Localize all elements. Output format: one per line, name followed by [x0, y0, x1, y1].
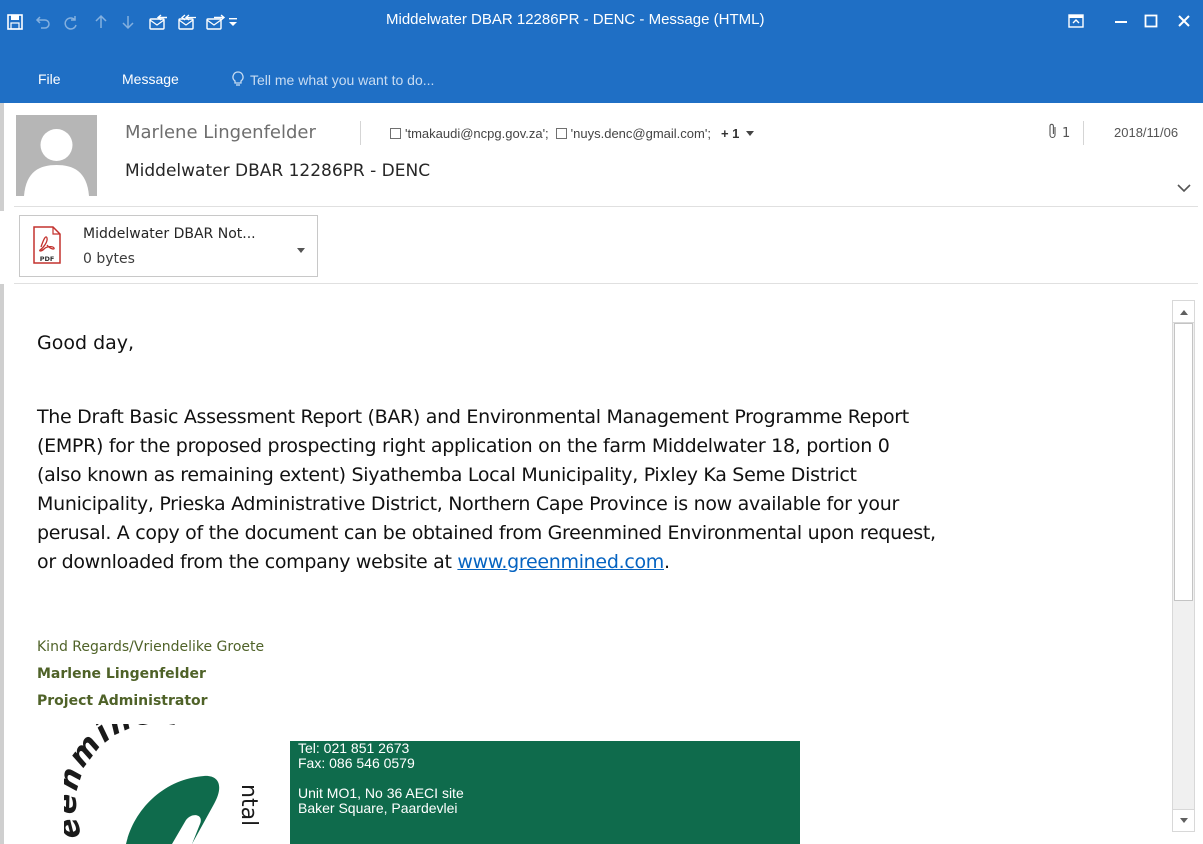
- ribbon-display-options-icon[interactable]: [1058, 6, 1094, 36]
- close-icon[interactable]: [1166, 6, 1202, 36]
- attachment-name: Middelwater DBAR Not...: [83, 226, 256, 242]
- lightbulb-icon: [232, 70, 244, 90]
- paragraph-line: The Draft Basic Assessment Report (BAR) …: [37, 406, 909, 428]
- avatar: [16, 115, 97, 196]
- tab-message[interactable]: Message: [122, 71, 179, 87]
- message-header: Marlene Lingenfelder 'tmakaudi@ncpg.gov.…: [0, 103, 1203, 211]
- redo-icon[interactable]: [58, 8, 84, 36]
- header-separator: [1083, 121, 1084, 145]
- window-title: Middelwater DBAR 12286PR - DENC - Messag…: [386, 11, 765, 28]
- message-date: 2018/11/06: [1114, 125, 1179, 140]
- next-item-icon[interactable]: [115, 8, 141, 36]
- paragraph-line: (also known as remaining extent) Siyathe…: [37, 464, 857, 486]
- sender-name[interactable]: Marlene Lingenfelder: [125, 122, 316, 143]
- attachment-size: 0 bytes: [83, 251, 135, 267]
- tell-me-search[interactable]: Tell me what you want to do...: [232, 67, 434, 93]
- recipient-1[interactable]: 'tmakaudi@ncpg.gov.za';: [405, 126, 549, 141]
- message-body: Good day, The Draft Basic Assessment Rep…: [0, 284, 1203, 844]
- attachment-menu-chevron-icon[interactable]: [296, 240, 306, 253]
- more-recipients-button[interactable]: + 1: [721, 126, 755, 141]
- signature-regards: Kind Regards/Vriendelike Groete: [37, 639, 265, 655]
- paragraph-line: or downloaded from the company website a…: [37, 551, 670, 573]
- title-bar: Middelwater DBAR 12286PR - DENC - Messag…: [0, 0, 1203, 58]
- paperclip-icon: [1048, 123, 1058, 143]
- maximize-icon[interactable]: [1133, 6, 1169, 36]
- expand-header-chevron-icon[interactable]: [1176, 178, 1196, 194]
- attachment-card[interactable]: PDF Middelwater DBAR Not... 0 bytes: [19, 215, 318, 277]
- contact-details-box: Tel: 021 851 2673 Fax: 086 546 0579 Unit…: [290, 741, 800, 844]
- svg-text:ntal: ntal: [236, 784, 261, 826]
- tell-me-text: Tell me what you want to do...: [250, 72, 435, 88]
- scrollbar-thumb[interactable]: [1174, 323, 1193, 601]
- paragraph-line: (EMPR) for the proposed prospecting righ…: [37, 435, 890, 457]
- reply-all-icon[interactable]: [174, 8, 200, 36]
- ribbon: File Message Tell me what you want to do…: [0, 58, 1203, 103]
- divider: [14, 206, 1198, 207]
- pdf-icon: PDF: [32, 226, 62, 264]
- contact-address-2: Baker Square, Paardevlei: [298, 800, 458, 816]
- paragraph-line: perusal. A copy of the document can be o…: [37, 522, 936, 544]
- recipient-2[interactable]: 'nuys.denc@gmail.com';: [571, 126, 711, 141]
- body-paragraph: The Draft Basic Assessment Report (BAR) …: [37, 403, 1177, 577]
- signature-name: Marlene Lingenfelder: [37, 666, 206, 682]
- svg-text:PDF: PDF: [40, 255, 55, 263]
- tab-file[interactable]: File: [38, 71, 61, 87]
- customize-quick-access-icon[interactable]: [226, 8, 240, 36]
- reply-icon[interactable]: [146, 8, 172, 36]
- contact-tel: Tel: 021 851 2673: [298, 740, 410, 756]
- company-website-link[interactable]: www.greenmined.com: [457, 551, 664, 573]
- contact-fax: Fax: 086 546 0579: [298, 755, 415, 771]
- undo-icon[interactable]: [30, 8, 56, 36]
- recipient-checkbox[interactable]: [555, 128, 567, 139]
- recipient-list: 'tmakaudi@ncpg.gov.za'; 'nuys.denc@gmail…: [390, 126, 755, 141]
- greeting: Good day,: [37, 332, 135, 354]
- save-icon[interactable]: [2, 8, 28, 36]
- message-subject: Middelwater DBAR 12286PR - DENC: [125, 161, 431, 181]
- attachment-count: 1: [1048, 123, 1070, 143]
- previous-item-icon[interactable]: [88, 8, 114, 36]
- vertical-scrollbar[interactable]: [1172, 300, 1195, 832]
- contact-address-1: Unit MO1, No 36 AECI site: [298, 785, 464, 801]
- recipient-checkbox[interactable]: [390, 128, 401, 139]
- paragraph-line: Municipality, Prieska Administrative Dis…: [37, 493, 899, 515]
- greenmined-logo: eenmined ntal: [49, 696, 274, 844]
- scroll-up-arrow-icon[interactable]: [1173, 301, 1194, 323]
- signature-title: Project Administrator: [37, 693, 208, 709]
- header-separator: [360, 121, 361, 145]
- scroll-down-arrow-icon[interactable]: [1173, 809, 1194, 831]
